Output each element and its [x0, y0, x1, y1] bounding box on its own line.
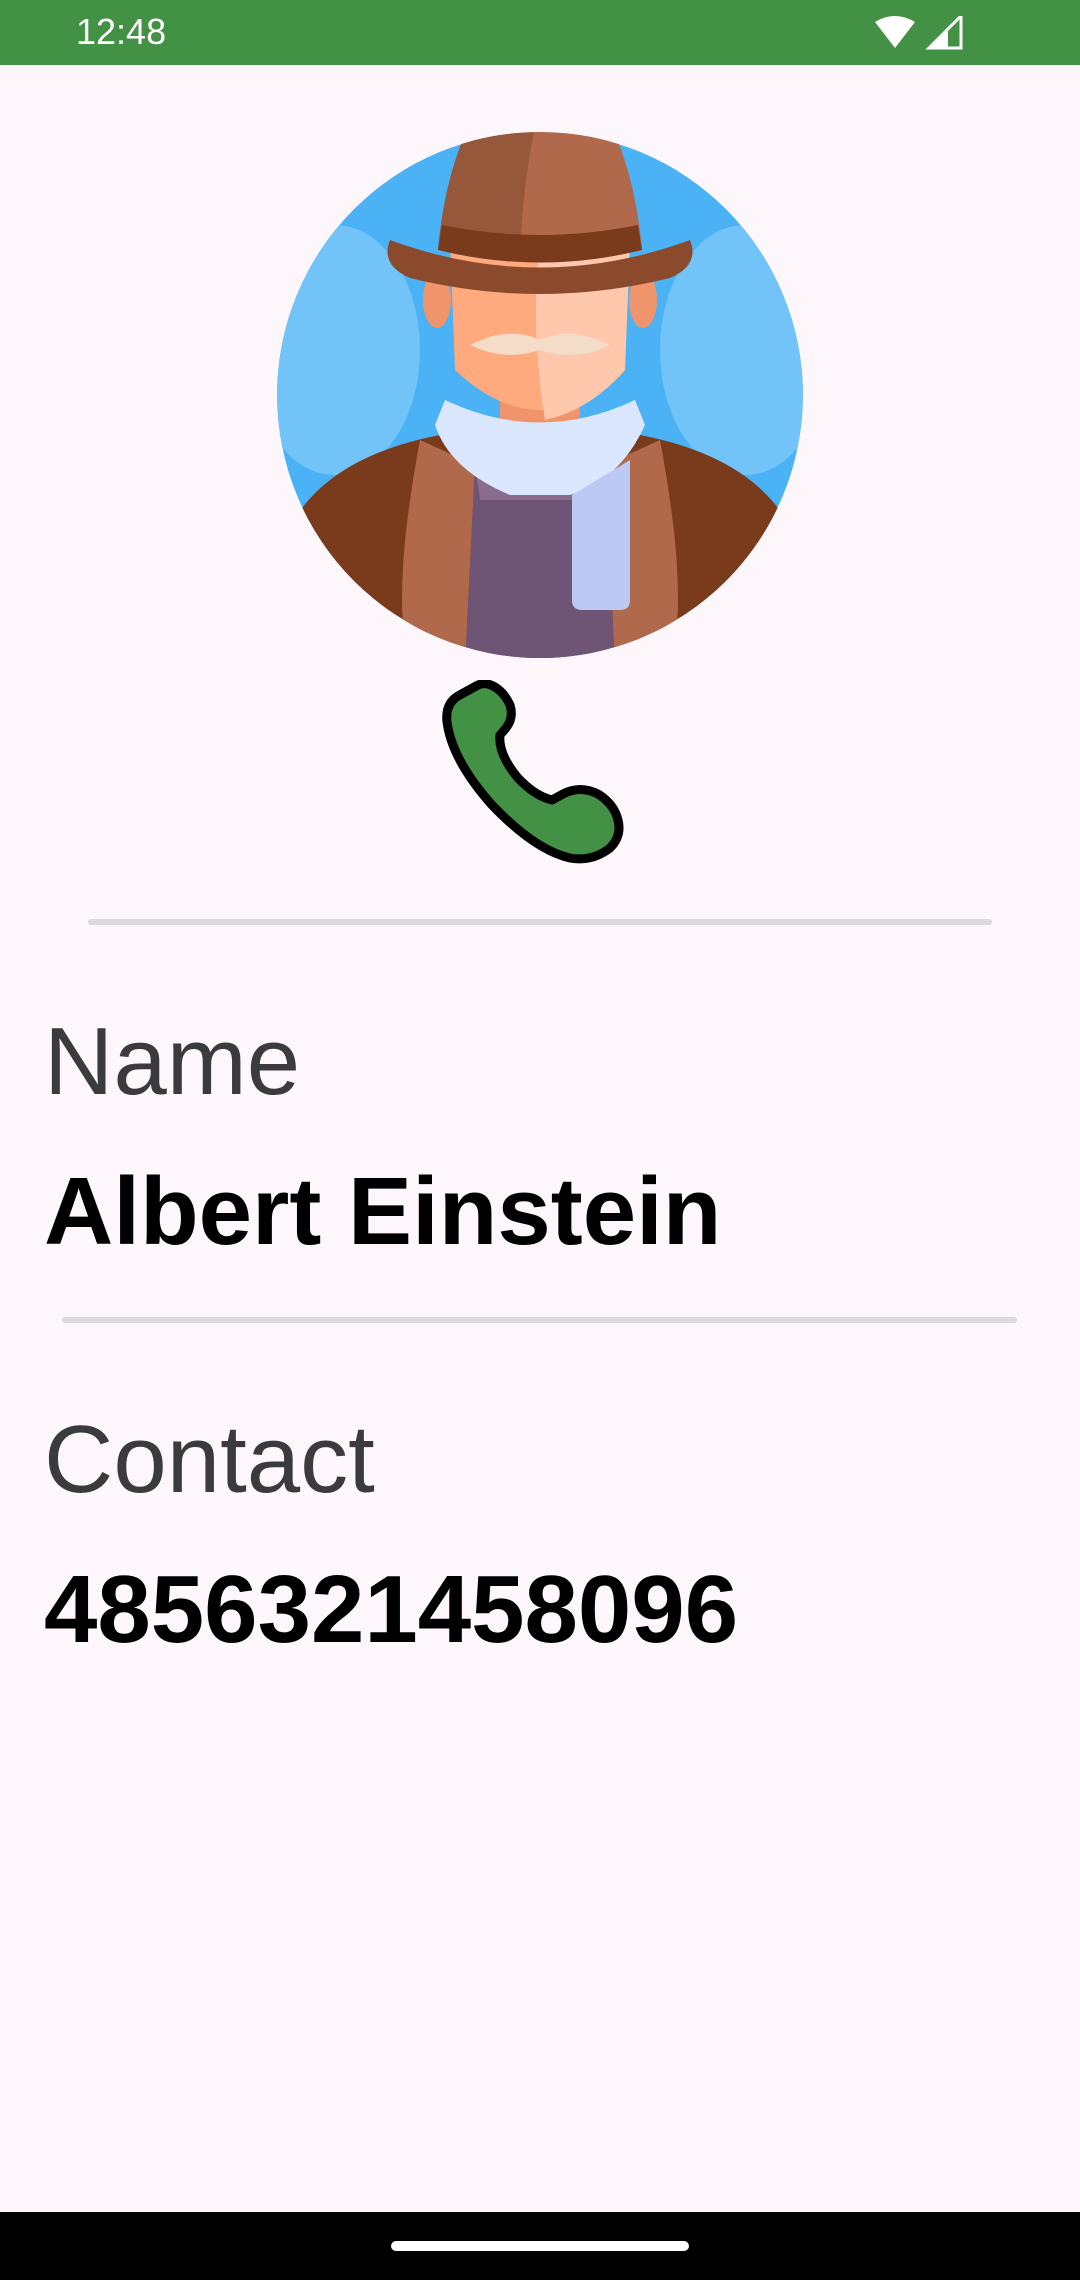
contact-detail-screen: 12:48 Name Albert Einstein Contact 48563… — [0, 0, 1080, 2280]
status-bar: 12:48 — [0, 0, 1080, 65]
home-handle[interactable] — [391, 2241, 689, 2251]
man-with-hat-avatar — [277, 132, 803, 658]
phone-icon[interactable] — [440, 680, 640, 875]
status-icons — [875, 16, 963, 50]
divider — [62, 1317, 1017, 1323]
divider — [88, 919, 992, 925]
contact-value: 4856321458096 — [44, 1556, 739, 1663]
name-value: Albert Einstein — [44, 1158, 722, 1265]
contact-label: Contact — [44, 1406, 375, 1513]
name-label: Name — [44, 1008, 301, 1115]
status-time: 12:48 — [76, 11, 167, 52]
wifi-icon — [875, 16, 915, 48]
